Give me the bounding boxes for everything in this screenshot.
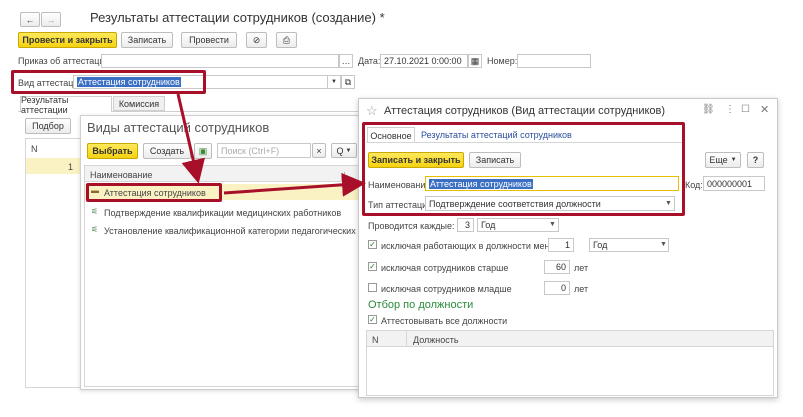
arrow-type-to-picker	[176, 93, 205, 184]
arrow-item-to-detail	[223, 172, 366, 197]
guide-arrows	[176, 93, 366, 197]
